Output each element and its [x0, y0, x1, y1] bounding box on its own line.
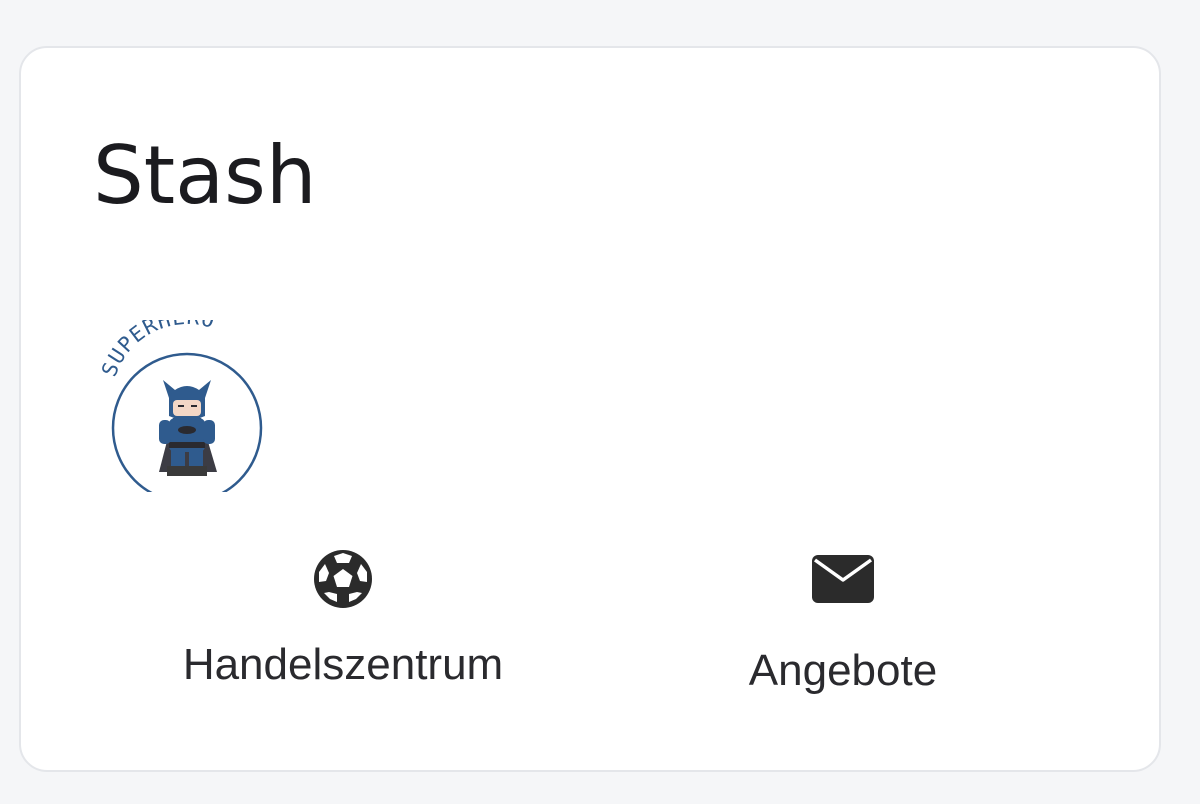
stash-card: Stash SUPERHERO [19, 46, 1161, 772]
action-row: Handelszentrum Angebote [21, 548, 1159, 698]
superhero-badge-icon[interactable]: SUPERHERO [101, 320, 273, 492]
handelszentrum-label: Handelszentrum [182, 640, 504, 689]
soccer-ball-icon [308, 548, 378, 610]
angebote-label: Angebote [748, 646, 938, 695]
handelszentrum-button[interactable]: Handelszentrum [133, 548, 553, 698]
angebote-button[interactable]: Angebote [633, 548, 1053, 698]
card-title: Stash [93, 129, 317, 222]
envelope-icon [808, 554, 878, 616]
